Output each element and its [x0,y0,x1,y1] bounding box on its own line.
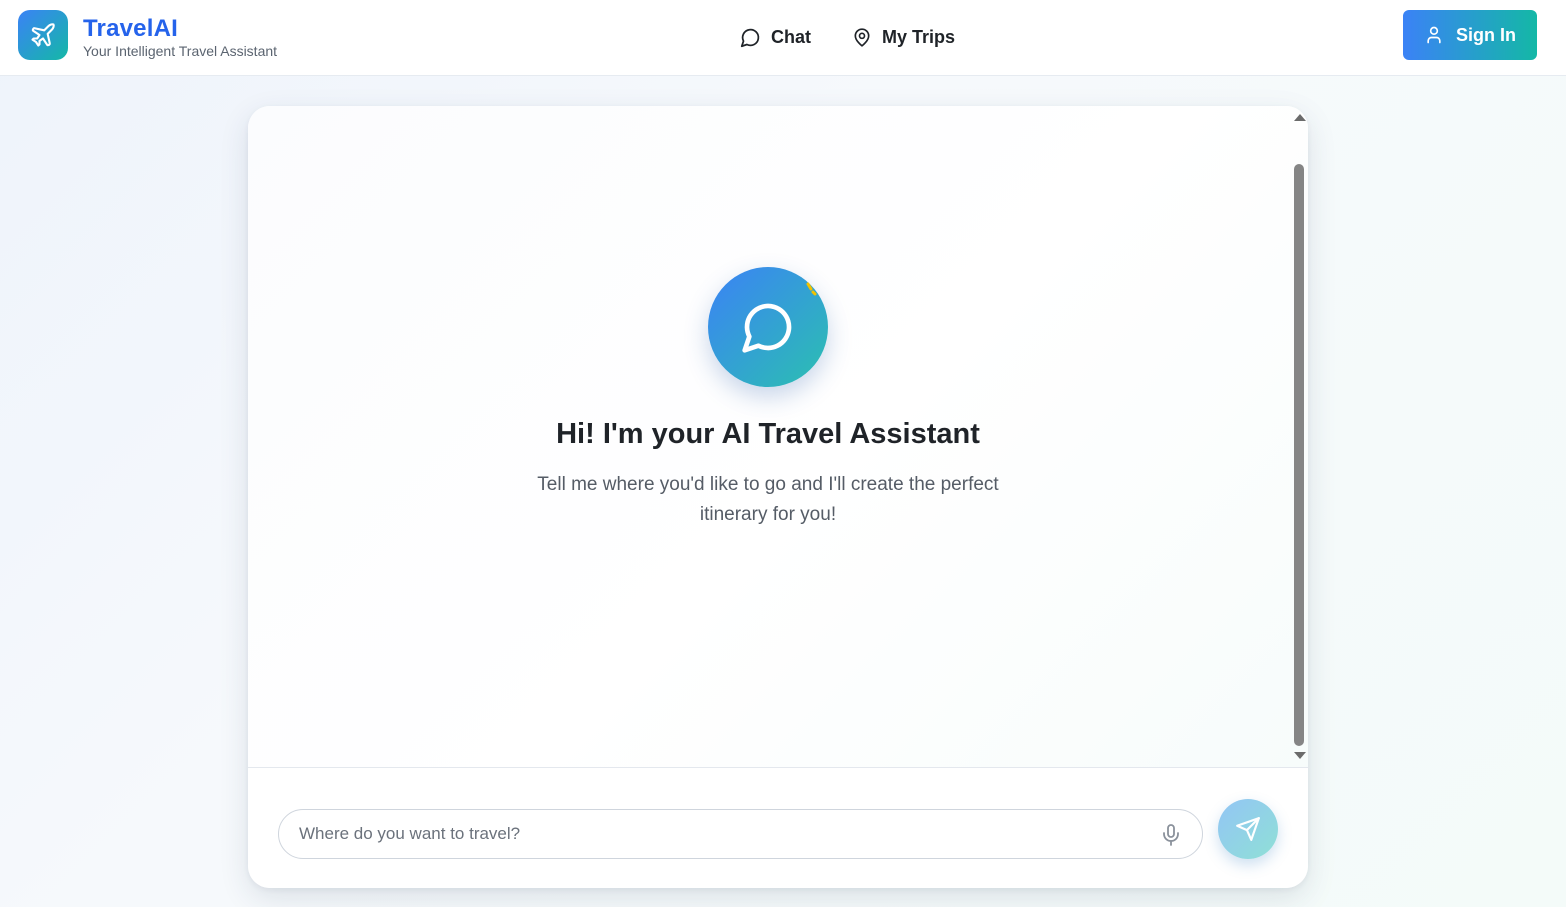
chat-card: Hi! I'm your AI Travel Assistant Tell me… [248,106,1308,888]
nav-chat[interactable]: Chat [740,24,811,50]
user-icon [1427,26,1441,44]
app-header: TravelAI Your Intelligent Travel Assista… [0,0,1566,76]
microphone-icon[interactable] [1159,822,1183,848]
sparkle-icon [806,282,817,296]
airplane-icon [31,23,55,47]
welcome-title: Hi! I'm your AI Travel Assistant [556,418,980,450]
sign-in-button[interactable]: Sign In [1403,10,1537,60]
nav-my-trips-label: My Trips [882,26,956,47]
scroll-down-arrow[interactable] [1294,752,1306,759]
chat-bubble-icon [740,28,760,47]
send-button[interactable] [1218,799,1278,859]
nav-chat-label: Chat [771,26,811,47]
scroll-up-arrow[interactable] [1294,114,1306,121]
messages-area[interactable]: Hi! I'm your AI Travel Assistant Tell me… [248,106,1308,767]
message-input[interactable] [299,810,1139,858]
sign-in-label: Sign In [1456,24,1516,45]
brand-title: TravelAI [83,15,178,42]
nav-my-trips[interactable]: My Trips [852,24,955,50]
message-input-wrapper [278,809,1203,859]
logo[interactable] [18,10,68,60]
scroll-thumb[interactable] [1294,164,1304,746]
welcome-subtitle: Tell me where you'd like to go and I'll … [537,474,999,525]
chat-bubble-icon [742,303,792,353]
messages-scrollbar[interactable] [1290,106,1308,767]
map-pin-icon [854,27,870,47]
composer [248,767,1308,888]
brand-subtitle: Your Intelligent Travel Assistant [83,43,278,59]
send-icon [1236,817,1260,841]
